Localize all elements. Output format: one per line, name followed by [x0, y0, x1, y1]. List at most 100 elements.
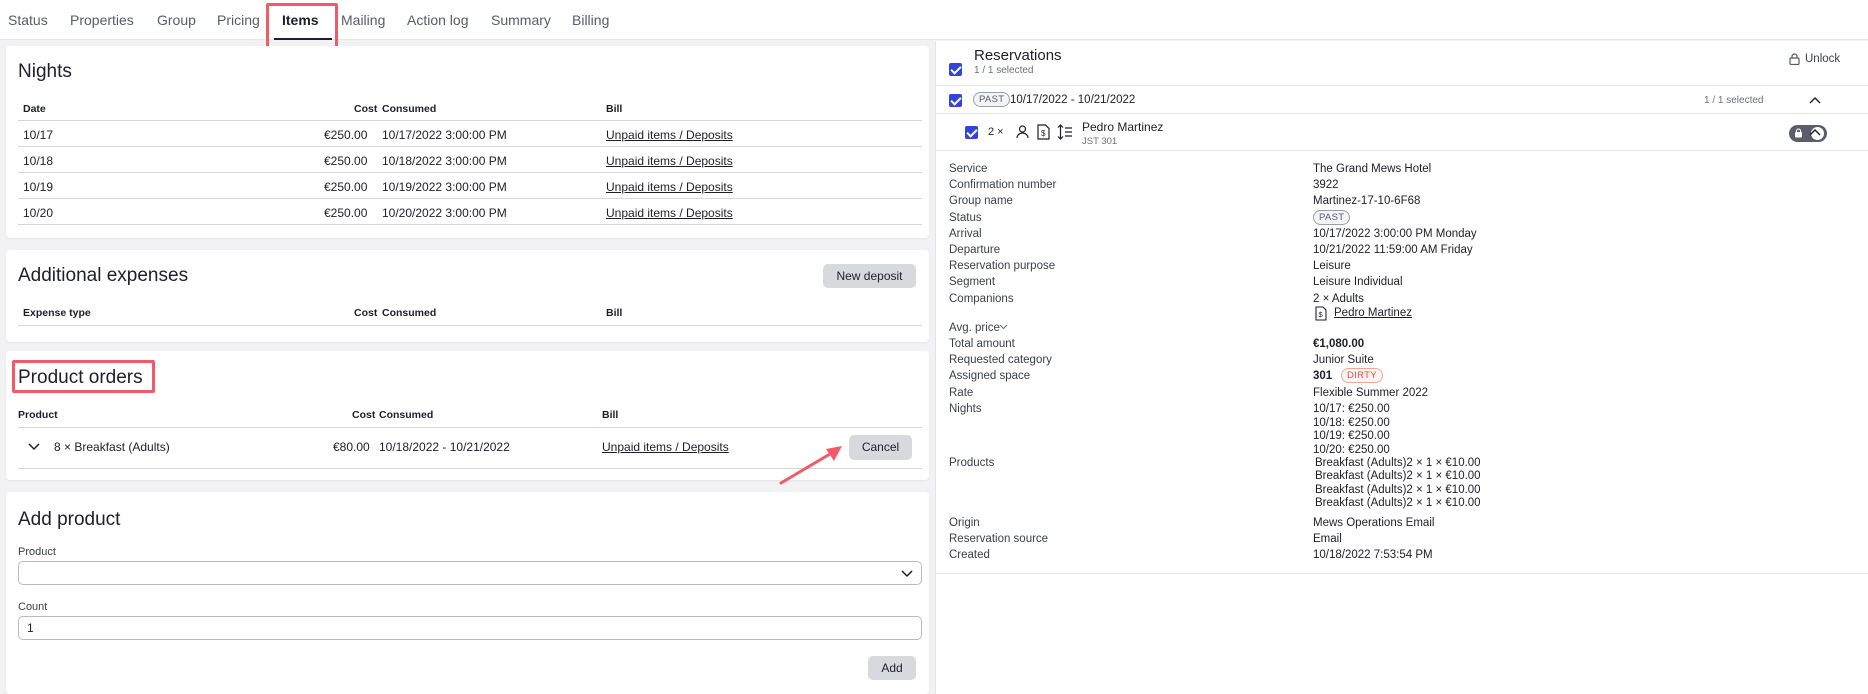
order-product: 8 × Breakfast (Adults)	[54, 440, 170, 454]
group-selected: 1 / 1 selected	[1704, 95, 1764, 106]
bill-link[interactable]: Unpaid items / Deposits	[606, 154, 733, 168]
companion-link[interactable]: Pedro Martinez	[1334, 307, 1412, 319]
order-consumed: 10/18/2022 - 10/21/2022	[379, 440, 510, 454]
bill-link[interactable]: Unpaid items / Deposits	[606, 206, 733, 220]
rate-value: Flexible Summer 2022	[1313, 387, 1429, 399]
total-value: €1,080.00	[1313, 338, 1365, 350]
chevron-up-icon[interactable]	[1809, 96, 1821, 104]
add-button[interactable]: Add	[868, 656, 916, 680]
group-checkbox[interactable]	[949, 94, 962, 107]
col-cost: Cost	[354, 103, 378, 115]
count-input[interactable]: 1	[18, 616, 922, 640]
col-product: Product	[18, 409, 58, 421]
col-bill: Bill	[606, 307, 623, 319]
divider	[936, 85, 1868, 86]
product-orders-title: Product orders	[18, 367, 143, 388]
tab-items[interactable]: Items	[282, 12, 319, 28]
expenses-card: Additional expenses New deposit Expense …	[6, 250, 929, 342]
chevron-down-icon[interactable]	[28, 443, 40, 451]
req-category-value: Junior Suite	[1313, 354, 1374, 366]
unlock-button[interactable]: Unlock	[1805, 53, 1840, 65]
night-consumed: 10/17/2022 3:00:00 PM	[382, 128, 507, 142]
night-cost: €250.00	[324, 154, 368, 168]
lock-toggle[interactable]	[1789, 125, 1827, 142]
night-price: 10/18: €250.00	[1313, 417, 1390, 429]
lock-icon	[1795, 128, 1802, 138]
source-label: Reservation source	[949, 533, 1049, 545]
req-category-label: Requested category	[949, 354, 1052, 366]
col-date: Date	[23, 103, 46, 115]
assigned-label: Assigned space	[949, 370, 1031, 382]
tab-summary[interactable]: Summary	[491, 12, 551, 28]
companions-value: 2 × Adults	[1313, 293, 1364, 305]
tab-group[interactable]: Group	[157, 12, 196, 28]
status-label: Status	[949, 212, 982, 224]
guest-name[interactable]: Pedro Martinez	[1082, 120, 1163, 134]
divider	[18, 146, 922, 147]
person-icon	[1016, 125, 1029, 139]
group-name-value: Martinez-17-10-6F68	[1313, 195, 1421, 207]
count-value: 1	[27, 621, 34, 635]
tab-billing[interactable]: Billing	[572, 12, 609, 28]
col-consumed: Consumed	[382, 103, 437, 115]
divider	[936, 113, 1868, 114]
service-label: Service	[949, 163, 988, 175]
dirty-badge: DIRTY	[1341, 368, 1383, 383]
reservation-checkbox[interactable]	[965, 126, 978, 139]
bill-link[interactable]: Unpaid items / Deposits	[606, 180, 733, 194]
col-bill: Bill	[602, 409, 619, 421]
night-consumed: 10/18/2022 3:00:00 PM	[382, 154, 507, 168]
nights-label: Nights	[949, 403, 982, 415]
departure-value: 10/21/2022 11:59:00 AM Friday	[1313, 244, 1473, 256]
cancel-button[interactable]: Cancel	[849, 435, 912, 460]
tab-mailing[interactable]: Mailing	[341, 12, 385, 28]
new-deposit-button[interactable]: New deposit	[823, 264, 916, 288]
confirmation-value: 3922	[1313, 179, 1339, 191]
confirmation-label: Confirmation number	[949, 179, 1057, 191]
reservations-panel: Reservations 1 / 1 selected Unlock PAST …	[935, 41, 1868, 694]
add-product-title: Add product	[18, 509, 121, 530]
bill-link[interactable]: Unpaid items / Deposits	[606, 128, 733, 142]
assigned-value: 301	[1313, 370, 1333, 382]
select-all-checkbox[interactable]	[949, 63, 962, 76]
chevron-up-icon[interactable]	[1809, 128, 1821, 136]
chevron-down-icon	[901, 570, 913, 578]
tab-bar: Status Properties Group Pricing Items Ma…	[0, 0, 1868, 40]
tab-pricing[interactable]: Pricing	[217, 12, 260, 28]
product-line: Breakfast (Adults)2 × 1 × €10.00	[1315, 497, 1481, 509]
lock-icon[interactable]	[1789, 53, 1800, 65]
invoice-icon: $	[1315, 306, 1327, 321]
col-bill: Bill	[606, 103, 623, 115]
group-name-label: Group name	[949, 195, 1013, 207]
segment-label: Segment	[949, 276, 996, 288]
product-select[interactable]	[18, 561, 922, 585]
status-badge: PAST	[1313, 210, 1351, 225]
col-consumed: Consumed	[379, 409, 434, 421]
divider	[936, 573, 1868, 574]
tab-status[interactable]: Status	[8, 12, 48, 28]
bill-link[interactable]: Unpaid items / Deposits	[602, 440, 729, 454]
origin-value: Mews Operations Email	[1313, 517, 1435, 529]
night-price: 10/20: €250.00	[1313, 444, 1390, 456]
reservations-title: Reservations	[974, 47, 1062, 64]
invoice-icon: $	[1037, 124, 1050, 140]
departure-label: Departure	[949, 244, 1001, 256]
guest-count: 2 ×	[988, 126, 1004, 138]
arrival-label: Arrival	[949, 228, 982, 240]
total-label: Total amount	[949, 338, 1015, 350]
created-label: Created	[949, 549, 990, 561]
col-cost: Cost	[354, 307, 378, 319]
product-line: Breakfast (Adults)2 × 1 × €10.00	[1315, 484, 1481, 496]
tab-action-log[interactable]: Action log	[407, 12, 468, 28]
night-consumed: 10/19/2022 3:00:00 PM	[382, 180, 507, 194]
origin-label: Origin	[949, 517, 980, 529]
divider	[18, 198, 922, 199]
created-value: 10/18/2022 7:53:54 PM	[1313, 549, 1433, 561]
col-cost: Cost	[352, 409, 376, 421]
tab-properties[interactable]: Properties	[70, 12, 134, 28]
source-value: Email	[1313, 533, 1342, 545]
chevron-down-icon[interactable]	[999, 324, 1008, 330]
avg-price-label[interactable]: Avg. price	[949, 322, 1000, 334]
purpose-label: Reservation purpose	[949, 260, 1056, 272]
night-date: 10/19	[23, 180, 54, 194]
